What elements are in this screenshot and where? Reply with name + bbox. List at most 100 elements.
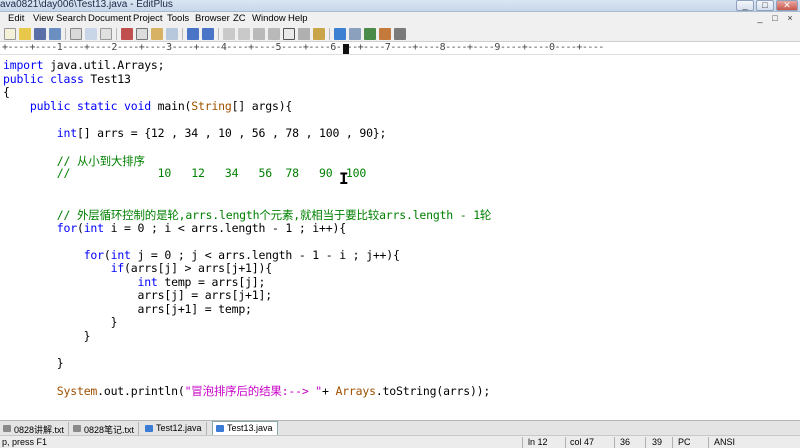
- new-file-icon[interactable]: [4, 28, 16, 40]
- status-divider: [614, 437, 615, 448]
- code-keyword: public class: [3, 71, 84, 86]
- ruler-toggle-icon[interactable]: [283, 28, 295, 40]
- code-line: // 10 12 34 56 78 90 100: [3, 166, 366, 180]
- find-icon[interactable]: [223, 28, 235, 40]
- run-icon[interactable]: [379, 28, 391, 40]
- view-icon[interactable]: [313, 28, 325, 40]
- document-tab[interactable]: Test12.java: [142, 422, 207, 435]
- print-preview-icon[interactable]: [85, 28, 97, 40]
- menu-project[interactable]: Project: [133, 13, 163, 24]
- menu-window[interactable]: Window: [252, 13, 286, 24]
- status-encoding: ANSI: [714, 437, 736, 447]
- close-button[interactable]: ✕: [776, 0, 798, 11]
- document-tab-bar: 0828讲解.txt 0828笔记.txt Test12.java Test13.ja…: [0, 420, 800, 436]
- doc-minimize-button[interactable]: _: [754, 13, 766, 24]
- status-help-text: p, press F1: [2, 437, 48, 447]
- font-icon[interactable]: [253, 28, 265, 40]
- code-keyword: for: [56, 220, 77, 235]
- code-text: }: [3, 329, 91, 343]
- tools-icon[interactable]: [394, 28, 406, 40]
- cliptext-icon[interactable]: [349, 28, 361, 40]
- line-number-icon[interactable]: [298, 28, 310, 40]
- browser-icon[interactable]: [334, 28, 346, 40]
- menu-bar: Edit View Search Document Project Tools …: [0, 12, 800, 26]
- toolbar-separator: [329, 28, 330, 40]
- document-tab-label: Test13.java: [227, 423, 273, 433]
- code-line: public class Test13: [3, 72, 131, 86]
- document-tab-label: 0828讲解.txt: [14, 425, 65, 435]
- code-line: }: [3, 356, 64, 370]
- minimize-button[interactable]: _: [736, 0, 754, 11]
- status-line-ending: PC: [678, 437, 691, 447]
- redo-icon[interactable]: [202, 28, 214, 40]
- document-tab-label: Test12.java: [156, 423, 202, 433]
- code-text: .out.println(: [97, 384, 185, 399]
- code-line: }: [3, 315, 118, 329]
- print-icon[interactable]: [70, 28, 82, 40]
- menu-browser[interactable]: Browser: [195, 13, 230, 24]
- code-text: (arrs[j] > arrs[j+1]){: [124, 261, 272, 276]
- toolbar-separator: [65, 28, 66, 40]
- menu-tools[interactable]: Tools: [167, 13, 189, 24]
- status-divider: [708, 437, 709, 448]
- code-text: j = 0 ; j < arrs.length - 1 - i ; j++){: [130, 247, 400, 262]
- menu-document[interactable]: Document: [88, 13, 131, 24]
- save-all-icon[interactable]: [49, 28, 61, 40]
- code-text: temp = arrs[j];: [157, 274, 266, 289]
- document-tab[interactable]: 0828笔记.txt: [70, 422, 140, 435]
- save-icon[interactable]: [34, 28, 46, 40]
- code-line: arrs[j] = arrs[j+1];: [3, 288, 272, 302]
- code-line: import java.util.Arrays;: [3, 58, 165, 72]
- doc-close-button[interactable]: ×: [784, 13, 796, 24]
- code-text: (: [103, 247, 111, 262]
- title-bar: ava0821\day006\Test13.java - EditPlus _ …: [0, 0, 800, 12]
- code-keyword: import: [3, 58, 44, 72]
- code-keyword: int: [137, 274, 158, 289]
- toolbar: [0, 26, 800, 42]
- code-text: arrs[j+1] = temp;: [3, 301, 252, 316]
- spell-check-icon[interactable]: [100, 28, 112, 40]
- code-line: public static void main(String[] args){: [3, 99, 292, 113]
- cut-icon[interactable]: [121, 28, 133, 40]
- file-icon: [3, 425, 11, 432]
- code-comment: // 10 12 34 56 78 90 100: [56, 166, 367, 181]
- menu-view[interactable]: View: [33, 13, 53, 24]
- code-editor[interactable]: I import java.util.Arrays; public class T…: [0, 56, 800, 416]
- replace-icon[interactable]: [238, 28, 250, 40]
- status-value-2: 39: [652, 437, 663, 447]
- code-class-name: Arrays: [335, 384, 376, 399]
- document-tab[interactable]: Test13.java: [212, 421, 278, 436]
- ruler-cursor-marker: [343, 44, 349, 54]
- toolbar-separator: [182, 28, 183, 40]
- menu-help[interactable]: Help: [288, 13, 308, 24]
- code-string: "冒泡排序后的结果:--> ": [184, 384, 323, 399]
- code-text: [] arrs = {12 , 34 , 10 , 56 , 78 , 100 …: [76, 125, 387, 140]
- doc-restore-button[interactable]: □: [769, 13, 781, 24]
- open-folder-icon[interactable]: [19, 28, 31, 40]
- code-text: +: [322, 384, 336, 399]
- toolbar-separator: [218, 28, 219, 40]
- maximize-button[interactable]: □: [756, 0, 774, 11]
- undo-icon[interactable]: [187, 28, 199, 40]
- word-wrap-icon[interactable]: [268, 28, 280, 40]
- document-tab[interactable]: 0828讲解.txt: [0, 422, 70, 435]
- menu-zc[interactable]: ZC: [233, 13, 246, 24]
- menu-edit[interactable]: Edit: [8, 13, 24, 24]
- code-text: }: [3, 356, 64, 371]
- code-text: (: [76, 220, 84, 235]
- ruler-marks: +----+----1----+----2----+----3----+----…: [2, 43, 604, 53]
- paste-icon[interactable]: [151, 28, 163, 40]
- ruler: +----+----1----+----2----+----3----+----…: [0, 43, 800, 55]
- delete-icon[interactable]: [166, 28, 178, 40]
- toolbar-separator: [116, 28, 117, 40]
- copy-icon[interactable]: [136, 28, 148, 40]
- code-line: }: [3, 329, 91, 343]
- code-text: i = 0 ; i < arrs.length - 1 ; i++){: [103, 220, 347, 235]
- code-line: System.out.println("冒泡排序后的结果:--> "+ Arra…: [3, 383, 491, 399]
- status-bar: p, press F1 ln 12 col 47 36 39 PC ANSI: [0, 435, 800, 448]
- directory-icon[interactable]: [364, 28, 376, 40]
- menu-search[interactable]: Search: [56, 13, 86, 24]
- code-text: {: [3, 85, 10, 100]
